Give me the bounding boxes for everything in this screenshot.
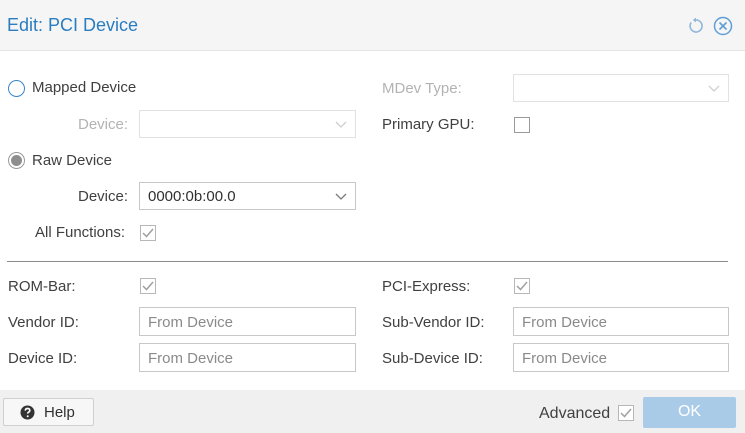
reset-icon[interactable]: [686, 16, 706, 36]
dialog-title: Edit: PCI Device: [7, 15, 139, 35]
check-icon: [516, 281, 528, 291]
pci-express-checkbox[interactable]: [514, 278, 530, 294]
device-id-placeholder: From Device: [148, 350, 234, 367]
mapped-device-label: Mapped Device: [32, 79, 137, 96]
primary-gpu-checkbox[interactable]: [514, 117, 530, 133]
chevron-down-icon: [335, 193, 347, 200]
sub-device-id-placeholder: From Device: [522, 350, 608, 367]
device-id-input[interactable]: From Device: [139, 343, 356, 372]
device-id-label: Device ID:: [8, 350, 78, 367]
all-functions-label: All Functions:: [35, 224, 126, 241]
ok-button[interactable]: OK: [643, 397, 736, 428]
advanced-label: Advanced: [539, 405, 611, 422]
primary-gpu-label: Primary GPU:: [382, 116, 475, 133]
vendor-id-label: Vendor ID:: [8, 314, 79, 331]
mapped-device-radio[interactable]: [8, 80, 25, 97]
vendor-id-input[interactable]: From Device: [139, 307, 356, 336]
sub-vendor-id-label: Sub-Vendor ID:: [382, 314, 485, 331]
ok-button-label: OK: [677, 403, 702, 420]
advanced-checkbox[interactable]: [618, 405, 634, 421]
rom-bar-checkbox[interactable]: [140, 278, 156, 294]
sub-vendor-id-input[interactable]: From Device: [513, 307, 729, 336]
raw-device-label: Raw Device: [32, 152, 113, 169]
pci-express-label: PCI-Express:: [382, 278, 471, 295]
raw-device-field-label: Device:: [78, 188, 129, 205]
mdev-type-select[interactable]: [513, 74, 729, 102]
all-functions-checkbox[interactable]: [140, 225, 156, 241]
question-circle-icon: [20, 405, 35, 420]
sub-device-id-input[interactable]: From Device: [513, 343, 729, 372]
raw-device-value: 0000:0b:00.0: [148, 188, 236, 205]
mdev-type-label: MDev Type:: [382, 80, 462, 97]
help-button-label: Help: [44, 404, 75, 421]
vendor-id-placeholder: From Device: [148, 314, 234, 331]
sub-device-id-label: Sub-Device ID:: [382, 350, 483, 367]
rom-bar-label: ROM-Bar:: [8, 278, 76, 295]
raw-device-select[interactable]: 0000:0b:00.0: [139, 182, 356, 210]
raw-device-radio[interactable]: [8, 152, 25, 169]
check-icon: [142, 281, 154, 291]
chevron-down-icon: [708, 85, 720, 92]
check-icon: [142, 228, 154, 238]
check-icon: [620, 408, 632, 418]
chevron-down-icon: [335, 121, 347, 128]
help-button[interactable]: Help: [3, 398, 94, 426]
sub-vendor-id-placeholder: From Device: [522, 314, 608, 331]
mapped-device-field-label: Device:: [78, 116, 129, 133]
mapped-device-select[interactable]: [139, 110, 356, 138]
section-divider: [7, 261, 728, 262]
close-icon[interactable]: [713, 16, 733, 36]
